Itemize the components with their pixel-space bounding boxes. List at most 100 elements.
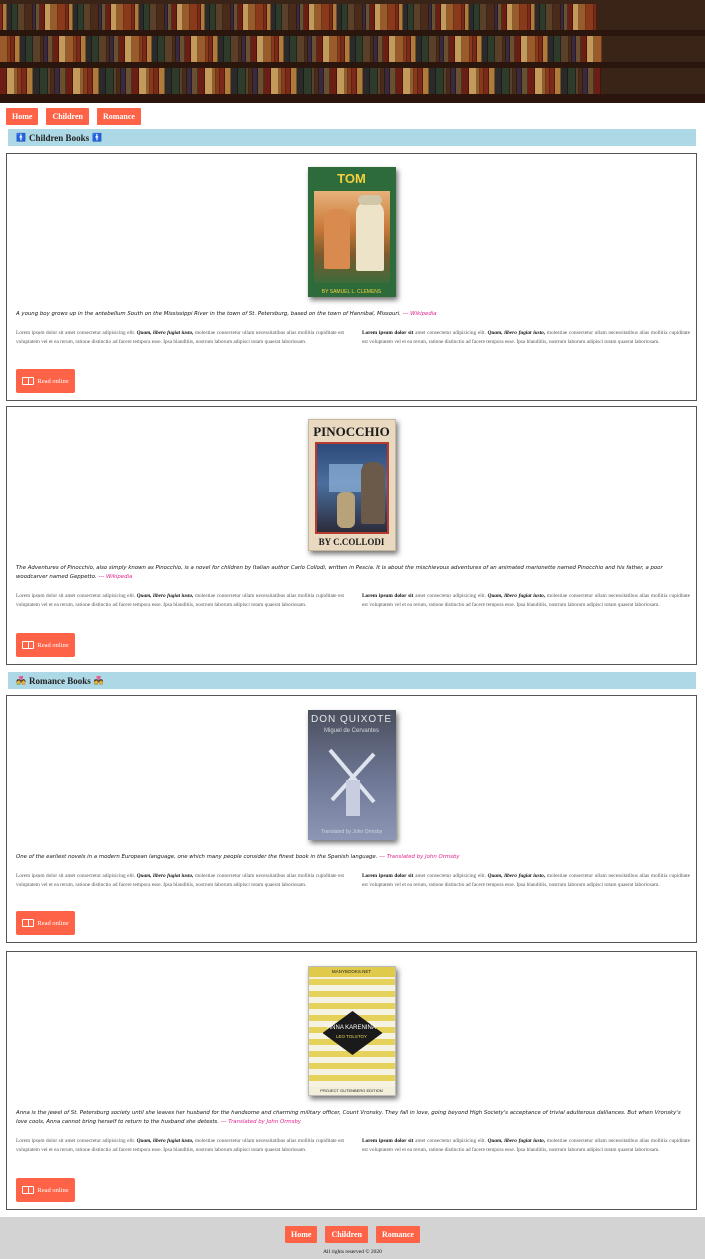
book-spine <box>330 68 337 94</box>
quote-source-link[interactable]: --- Wikipedia <box>98 574 132 580</box>
book-spine <box>304 68 312 94</box>
windmill-illustration <box>327 748 376 816</box>
book-spine <box>381 4 388 30</box>
book-spine <box>59 36 66 62</box>
cover-illustration <box>314 442 389 534</box>
nav-romance-button[interactable]: Romance <box>96 108 141 125</box>
cover-header: MANYBOOKS.NET <box>308 967 395 977</box>
book-spine <box>513 4 520 30</box>
book-spine <box>315 4 322 30</box>
lorem-text: amet consectetur adipisicing elit. <box>415 330 486 336</box>
romance-section-header: 💑 Romance Books 💑 <box>8 672 696 689</box>
book-spine <box>297 36 305 62</box>
book-spine <box>388 4 396 30</box>
book-card-don-quixote: DON QUIXOTE Miguel de Cervantes Translat… <box>6 695 697 943</box>
description-right: Lorem ipsum dolor sit amet consectetur a… <box>362 592 690 609</box>
book-spine <box>546 4 553 30</box>
quote-source-link[interactable]: --- Wikipedia <box>403 311 437 317</box>
copyright-text: All rights reserved © 2020 <box>323 1249 382 1255</box>
quote-source-link[interactable]: --- Translated by John Ormsby <box>221 1119 301 1125</box>
book-spine <box>429 36 437 62</box>
book-spine <box>488 36 495 62</box>
book-spine <box>198 68 205 94</box>
book-spine <box>264 36 272 62</box>
book-spine <box>396 68 403 94</box>
description-right: Lorem ipsum dolor sit amet consectetur a… <box>362 329 690 346</box>
book-card-tom-sawyer: TOM SAWYER BY SAMUEL L. CLEMENS A young … <box>6 153 697 401</box>
book-quote: One of the earliest novels in a modern E… <box>16 853 688 862</box>
couple-icon: 💑 <box>93 676 104 685</box>
book-spine <box>579 4 586 30</box>
book-spine <box>447 4 454 30</box>
book-spine <box>271 68 279 94</box>
lorem-emphasis: Quam, libero fugiat iusto, <box>136 593 194 599</box>
book-spine <box>198 36 206 62</box>
book-spine <box>33 36 41 62</box>
lorem-bold: Lorem ipsum dolor sit <box>362 330 414 336</box>
children-section-header: 🚹 Children Books 🚹 <box>8 129 696 146</box>
cover-author: BY C.COLLODI <box>318 537 385 547</box>
bookshelf-row <box>0 36 705 62</box>
footer-children-button[interactable]: Children <box>325 1226 368 1243</box>
book-spine <box>7 68 15 94</box>
book-spine <box>40 68 48 94</box>
book-spine <box>165 36 173 62</box>
book-spine <box>264 68 271 94</box>
book-spine <box>356 36 363 62</box>
cover-footer: PROJECT GUTENBERG EDITION <box>320 1088 383 1093</box>
footer-romance-button[interactable]: Romance <box>375 1226 420 1243</box>
book-spine <box>487 4 495 30</box>
lorem-emphasis: Quam, libero fugiat iusto, <box>136 873 194 879</box>
book-spine <box>66 68 73 94</box>
read-online-button[interactable]: Read online <box>16 633 75 657</box>
book-spine <box>132 36 140 62</box>
lorem-emphasis: Quam, libero fugiat iusto, <box>487 873 546 879</box>
book-spine <box>150 4 157 30</box>
book-open-icon <box>22 1186 35 1194</box>
book-spine <box>554 36 561 62</box>
book-spine <box>495 36 503 62</box>
top-nav: Home Children Romance <box>6 108 141 125</box>
book-spine <box>348 4 355 30</box>
book-spine <box>454 4 462 30</box>
description-left: Lorem ipsum dolor sit amet consectetur a… <box>16 1137 344 1154</box>
book-spine <box>429 68 436 94</box>
cover-author: Miguel de Cervantes <box>323 728 380 734</box>
book-cover-anna-karenina: MANYBOOKS.NET ANNA KARENINA LEO TOLSTOY … <box>307 966 396 1096</box>
book-cover-tom-sawyer: TOM SAWYER BY SAMUEL L. CLEMENS <box>307 167 396 297</box>
book-spine <box>561 68 568 94</box>
book-spine <box>0 68 7 94</box>
book-spine <box>370 68 378 94</box>
book-spine <box>495 68 502 94</box>
quote-source-link[interactable]: --- Translated by John Ormsby <box>379 854 459 860</box>
lorem-emphasis: Quam, libero fugiat iusto, <box>487 1138 546 1144</box>
book-spine <box>191 36 198 62</box>
book-spine <box>480 4 487 30</box>
book-spine <box>586 4 594 30</box>
book-spine <box>421 4 429 30</box>
book-cover-don-quixote: DON QUIXOTE Miguel de Cervantes Translat… <box>307 710 396 840</box>
book-spine <box>165 68 172 94</box>
book-spine <box>553 4 561 30</box>
book-spine <box>84 4 91 30</box>
section-title: Romance Books <box>28 675 91 686</box>
nav-home-button[interactable]: Home <box>6 108 39 125</box>
book-spine <box>99 68 106 94</box>
book-spine <box>297 68 304 94</box>
footer-home-button[interactable]: Home <box>285 1226 318 1243</box>
book-spine <box>125 36 132 62</box>
read-online-button[interactable]: Read online <box>16 369 75 393</box>
lorem-text: amet consectetur adipisicing elit. <box>415 1138 486 1144</box>
book-spine <box>158 36 165 62</box>
book-spine <box>33 68 40 94</box>
description-left: Lorem ipsum dolor sit amet consectetur a… <box>16 872 344 889</box>
read-online-button[interactable]: Read online <box>16 911 75 935</box>
book-spine <box>216 4 223 30</box>
book-spine <box>502 68 510 94</box>
book-spine <box>99 36 107 62</box>
description-right: Lorem ipsum dolor sit amet consectetur a… <box>362 872 690 889</box>
nav-children-button[interactable]: Children <box>46 108 89 125</box>
book-spine <box>249 4 256 30</box>
book-open-icon <box>22 377 35 385</box>
read-online-button[interactable]: Read online <box>16 1178 75 1202</box>
